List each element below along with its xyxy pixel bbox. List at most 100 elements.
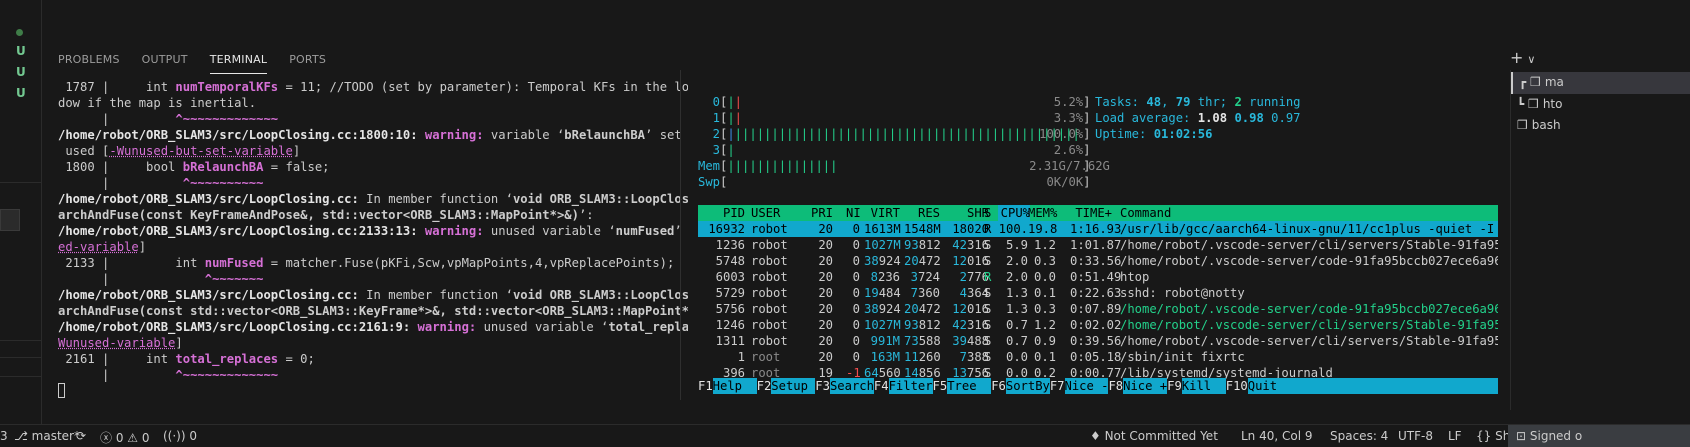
tab-terminal[interactable]: TERMINAL	[209, 48, 268, 74]
chevron-down-icon[interactable]: ∨	[1527, 53, 1535, 66]
ports-status[interactable]: ((·)) 0	[163, 429, 197, 443]
sidebar-divider	[0, 376, 42, 377]
terminal-text: |	[58, 176, 183, 190]
column-header[interactable]: MEM%	[1028, 205, 1057, 221]
uptime: Uptime: 01:02:56	[1095, 127, 1213, 141]
column-header[interactable]: NI	[846, 205, 861, 221]
function-key-label[interactable]: Tree	[947, 378, 992, 394]
terminal-text: Wunused-variable	[58, 336, 176, 350]
function-key-label[interactable]: Nice -	[1064, 378, 1109, 394]
terminal-text: = matcher.Fuse(pKFi,Scw,vpMapPoints,4,vp…	[263, 256, 675, 270]
tab-ports[interactable]: PORTS	[289, 48, 326, 74]
process-cell: 1:01.87	[1070, 238, 1122, 252]
function-key-label[interactable]: Setup	[771, 378, 816, 394]
terminal-line: Wunused-variable]	[58, 335, 688, 351]
function-key[interactable]: F7	[1050, 378, 1065, 394]
tab-output[interactable]: OUTPUT	[142, 48, 188, 74]
commit-status[interactable]: ♦ Not Committed Yet	[1090, 429, 1218, 443]
process-cell: 20	[818, 318, 833, 332]
sidebar-divider	[0, 182, 42, 183]
terminal-list-item[interactable]: ┏ ❒ ma	[1511, 72, 1690, 94]
column-header[interactable]: USER	[751, 205, 780, 221]
process-row[interactable]: 1236 robot 20 0 1027M 93812 42316 S 5.9 1.2 1:01.8…	[698, 237, 1498, 253]
process-cell: 93812	[904, 318, 941, 332]
process-row[interactable]: 5729 robot 20 0 19484 7360 4364 S 1.3 0.1 0:22.63 s…	[698, 285, 1498, 301]
commit-icon: ♦	[1090, 429, 1105, 443]
process-cell: 19.8	[1028, 222, 1058, 236]
column-header[interactable]: Command	[1120, 205, 1171, 221]
terminal-line: | ^~~~~~~~	[58, 271, 688, 287]
column-header[interactable]: S	[984, 205, 991, 221]
encoding[interactable]: UTF-8	[1398, 429, 1433, 443]
function-key[interactable]: F8	[1108, 378, 1123, 394]
status-branch[interactable]: ⎇ master*	[14, 429, 80, 443]
terminal-list-item[interactable]: ❒ bash	[1511, 115, 1690, 137]
terminal-line: dow if the map is inertial.	[58, 95, 688, 111]
process-cell: 38924	[864, 254, 901, 268]
function-key[interactable]: F5	[933, 378, 948, 394]
process-table-header[interactable]: PID USER PRI NI VIRT RES SHR S CPU% MEM% TIME+ Comm…	[698, 205, 1498, 221]
column-header[interactable]: CPU%	[998, 205, 1030, 221]
terminal-text: numFused	[615, 224, 675, 238]
sidebar-input-stub[interactable]	[0, 209, 20, 231]
process-cell: 1236	[715, 238, 745, 252]
terminal-text: /home/robot/ORB_SLAM3/src/LoopClosing.cc…	[58, 224, 425, 238]
function-key-label[interactable]: Filter	[888, 378, 933, 394]
process-row[interactable]: 5756 robot 20 0 38924 20472 12016 S 1.3 0.3 0:07.8…	[698, 301, 1498, 317]
process-row[interactable]: 5748 robot 20 0 38924 20472 12016 S 2.0 0.3 0:33.5…	[698, 253, 1498, 269]
process-cell: 20472	[904, 302, 941, 316]
process-cell: 20	[818, 334, 833, 348]
process-cell: 163M	[870, 350, 900, 364]
new-terminal-plus-icon[interactable]: +	[1510, 48, 1523, 67]
function-key[interactable]: F6	[991, 378, 1006, 394]
terminal-text: = 11; //TODO (set by parameter): Tempora…	[285, 80, 688, 94]
function-key-label[interactable]: Nice +	[1123, 378, 1167, 394]
terminal-text: /home/robot/ORB_SLAM3/src/LoopClosing.cc…	[58, 192, 359, 206]
problems-status[interactable]: ⓧ 0 ⚠ 0	[100, 429, 150, 446]
process-cell: 1027M	[864, 238, 901, 252]
column-header[interactable]: VIRT	[864, 205, 900, 221]
terminal-line: | ^~~~~~~~~~~~~~	[58, 367, 688, 383]
indentation[interactable]: Spaces: 4	[1330, 429, 1388, 443]
function-key-label[interactable]: Quit	[1247, 378, 1292, 394]
branch-icon: ⎇	[14, 429, 32, 443]
process-row[interactable]: 1311 robot 20 0 991M 73588 39488 S 0.7 0.9 0:39.56…	[698, 333, 1498, 349]
terminal-text: -Wunused-but-set-variable	[109, 144, 293, 158]
function-key-label[interactable]: Kill	[1181, 378, 1226, 394]
function-key-label[interactable]: Help	[712, 378, 757, 394]
function-key-label[interactable]: Search	[829, 378, 874, 394]
broadcast-icon: ((·))	[163, 429, 190, 443]
process-row[interactable]: 16932 robot 20 0 1613M 1548M 18020 R 100. 19.8 1:1…	[698, 221, 1498, 237]
function-key[interactable]: F10	[1226, 378, 1248, 394]
terminal-htop[interactable]: 0[|| 5.2%] 1[|| 3.3%] 2[||||||||||||||||||||…	[698, 94, 1498, 406]
process-cell: 0	[852, 302, 860, 316]
function-key-label[interactable]: SortBy	[1005, 378, 1050, 394]
end-of-line[interactable]: LF	[1448, 429, 1462, 443]
column-header[interactable]: PRI	[809, 205, 833, 221]
function-key[interactable]: F4	[874, 378, 889, 394]
process-row[interactable]: 1246 robot 20 0 1027M 93812 42316 S 0.7 1.2 0:02.0…	[698, 317, 1498, 333]
function-key[interactable]: F9	[1167, 378, 1182, 394]
process-row[interactable]: 6003 robot 20 0 8236 3724 2776 R 2.0 0.0 0:51.49 ht…	[698, 269, 1498, 285]
terminal-text: 1787 | int	[58, 80, 176, 94]
process-cell: S	[984, 334, 992, 348]
sync-icon[interactable]: ⟳	[76, 429, 86, 443]
function-key[interactable]: F1	[698, 378, 713, 394]
function-key[interactable]: F2	[757, 378, 772, 394]
terminal-list-item[interactable]: ┗ ❒ hto	[1511, 94, 1690, 116]
process-row[interactable]: 1 root 20 0 163M 11260 7388 S 0.0 0.1 0:05.18/sbin…	[698, 349, 1498, 365]
terminal-text: unused variable ‘	[490, 224, 616, 238]
terminal-build-log[interactable]: 1787 | int numTemporalKFs = 11; //TODO (…	[58, 79, 688, 399]
process-cell: 1.2	[1033, 318, 1056, 332]
terminal-text: numFused	[204, 256, 264, 270]
cursor-position[interactable]: Ln 40, Col 9	[1241, 429, 1313, 443]
column-header[interactable]: PID	[698, 205, 745, 221]
column-header[interactable]: TIME+	[1070, 205, 1112, 221]
column-header[interactable]: RES	[904, 205, 940, 221]
terminal-text: |	[58, 272, 205, 286]
function-key[interactable]: F3	[815, 378, 830, 394]
terminal-split-divider[interactable]	[680, 70, 681, 400]
scm-untracked-mark: U	[16, 86, 26, 100]
tab-problems[interactable]: PROBLEMS	[58, 48, 120, 74]
account-status[interactable]: ⊡ Signed o	[1508, 425, 1690, 447]
